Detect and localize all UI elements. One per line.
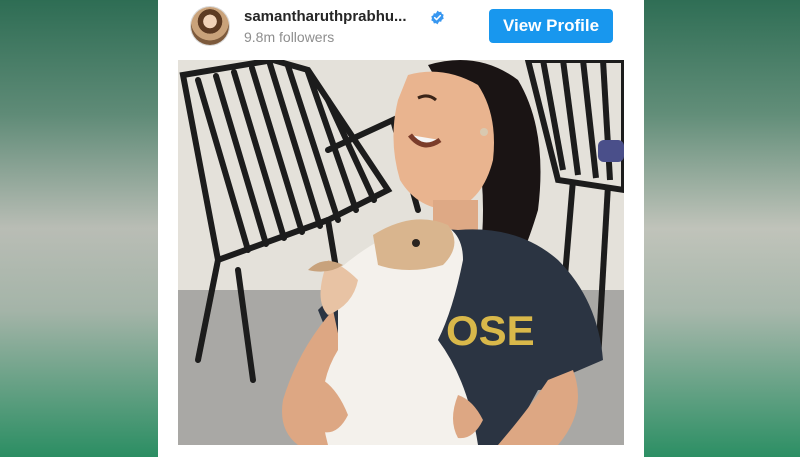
instagram-post-card: samantharuthprabhu... 9.8m followers Vie… (158, 0, 644, 457)
shirt-print: OSE (446, 307, 535, 354)
post-header: samantharuthprabhu... 9.8m followers Vie… (158, 0, 644, 56)
username[interactable]: samantharuthprabhu... (244, 8, 407, 25)
background-blur-right (644, 0, 800, 457)
post-photo[interactable]: OSE (178, 60, 624, 445)
follower-count: 9.8m followers (244, 29, 335, 45)
verified-badge-icon (430, 10, 445, 25)
background-blur-left (0, 0, 160, 457)
view-profile-button[interactable]: View Profile (489, 9, 613, 43)
avatar[interactable] (191, 7, 229, 45)
